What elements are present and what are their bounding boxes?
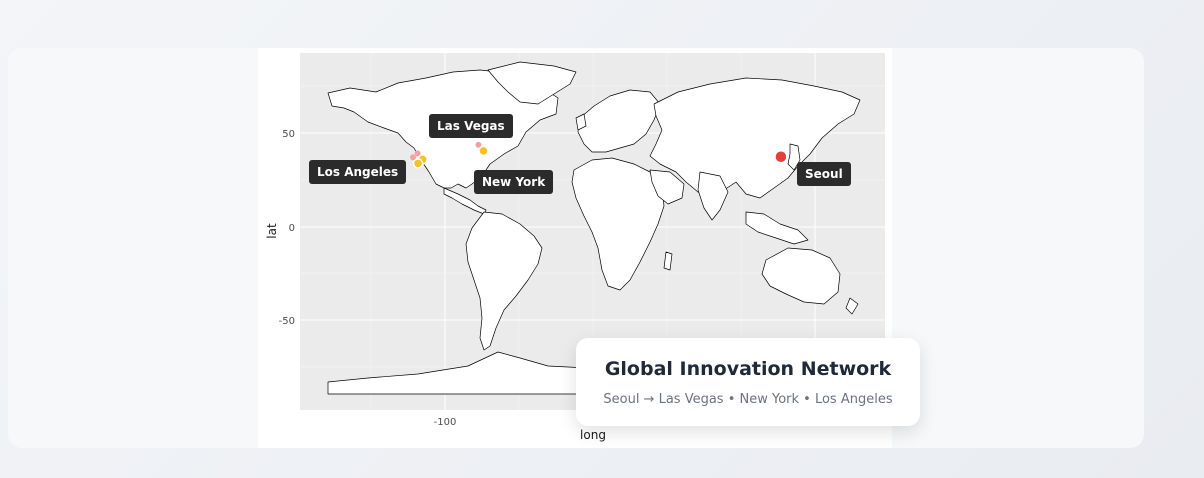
- city-label-las-vegas: Las Vegas: [429, 114, 513, 138]
- legend-box: Global Innovation Network Seoul → Las Ve…: [576, 338, 920, 426]
- y-tick-label: -50: [279, 316, 295, 327]
- legend-title: Global Innovation Network: [604, 358, 892, 380]
- x-tick-label: -100: [434, 417, 457, 428]
- y-tick-label: 0: [289, 223, 295, 234]
- y-axis-title: lat: [265, 223, 279, 239]
- city-label-los-angeles: Los Angeles: [309, 160, 407, 184]
- y-tick-label: 50: [282, 129, 295, 140]
- city-point-los-angeles: [412, 158, 424, 169]
- city-point-seoul: [774, 149, 788, 164]
- city-label-seoul: Seoul: [797, 162, 851, 186]
- city-point-new-york: [478, 145, 489, 157]
- city-label-new-york: New York: [474, 170, 554, 194]
- x-axis-title: long: [580, 428, 606, 442]
- legend-subtitle: Seoul → Las Vegas • New York • Los Angel…: [603, 392, 893, 407]
